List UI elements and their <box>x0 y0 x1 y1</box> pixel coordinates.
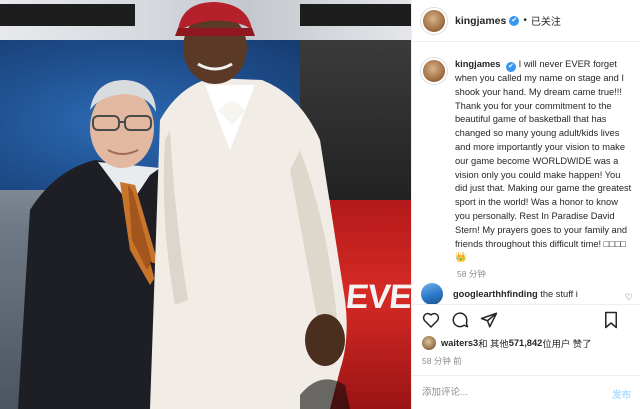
caption-avatar[interactable] <box>421 58 447 84</box>
commenter-avatar[interactable] <box>421 283 443 305</box>
comment-row: googlearthhfinding the stuff i ♡ <box>421 283 635 305</box>
post-photo[interactable]: EVER <box>0 0 411 409</box>
photo-figures <box>18 2 350 409</box>
comment-bubble-icon[interactable] <box>451 311 469 329</box>
liker-username[interactable]: waiters3 <box>441 338 478 348</box>
follow-status-button[interactable]: 已关注 <box>531 13 561 28</box>
likes-summary: waiters3 和 其他 571,842 位用户 赞了 <box>422 336 591 350</box>
header-separator: • <box>523 15 527 26</box>
caption-username[interactable]: kingjames <box>455 59 500 69</box>
likes-text-middle: 和 其他 <box>478 339 509 349</box>
post-caption: kingjames ✔ I will never EVER forget whe… <box>421 58 635 265</box>
caption-timestamp[interactable]: 58 分钟 <box>457 268 486 280</box>
heart-icon[interactable] <box>422 311 440 329</box>
photo-figure-right <box>150 2 350 409</box>
comment-body: the stuff i <box>540 289 578 299</box>
commenter-username[interactable]: googlearthhfinding <box>453 289 538 299</box>
post-side-panel: kingjames ✔ • 已关注 kingjames ✔ I will nev… <box>411 0 640 409</box>
profile-avatar[interactable] <box>421 7 447 34</box>
comment-input[interactable] <box>422 387 592 398</box>
post-header: kingjames ✔ • 已关注 <box>412 0 640 42</box>
caption-body: I will never EVER forget when you called… <box>455 59 632 249</box>
liker-avatar[interactable] <box>422 336 436 350</box>
likes-count[interactable]: 571,842 <box>509 338 543 348</box>
comment-text-block: googlearthhfinding the stuff i <box>453 289 578 299</box>
paper-plane-icon[interactable] <box>480 311 498 329</box>
post-timestamp[interactable]: 58 分钟 前 <box>422 355 462 367</box>
comment-like-heart-icon[interactable]: ♡ <box>625 292 633 303</box>
post-comment-button[interactable]: 发布 <box>612 387 631 401</box>
caption-verified-badge-icon: ✔ <box>506 62 517 72</box>
verified-badge-icon: ✔ <box>509 15 520 26</box>
bookmark-icon[interactable] <box>602 311 620 329</box>
caption-text-block: kingjames ✔ I will never EVER forget whe… <box>455 58 633 265</box>
post-actions-bar <box>412 304 640 334</box>
add-comment-bar: 发布 <box>412 375 640 409</box>
header-username[interactable]: kingjames <box>455 15 506 27</box>
likes-text-suffix: 位用户 赞了 <box>542 339 592 349</box>
